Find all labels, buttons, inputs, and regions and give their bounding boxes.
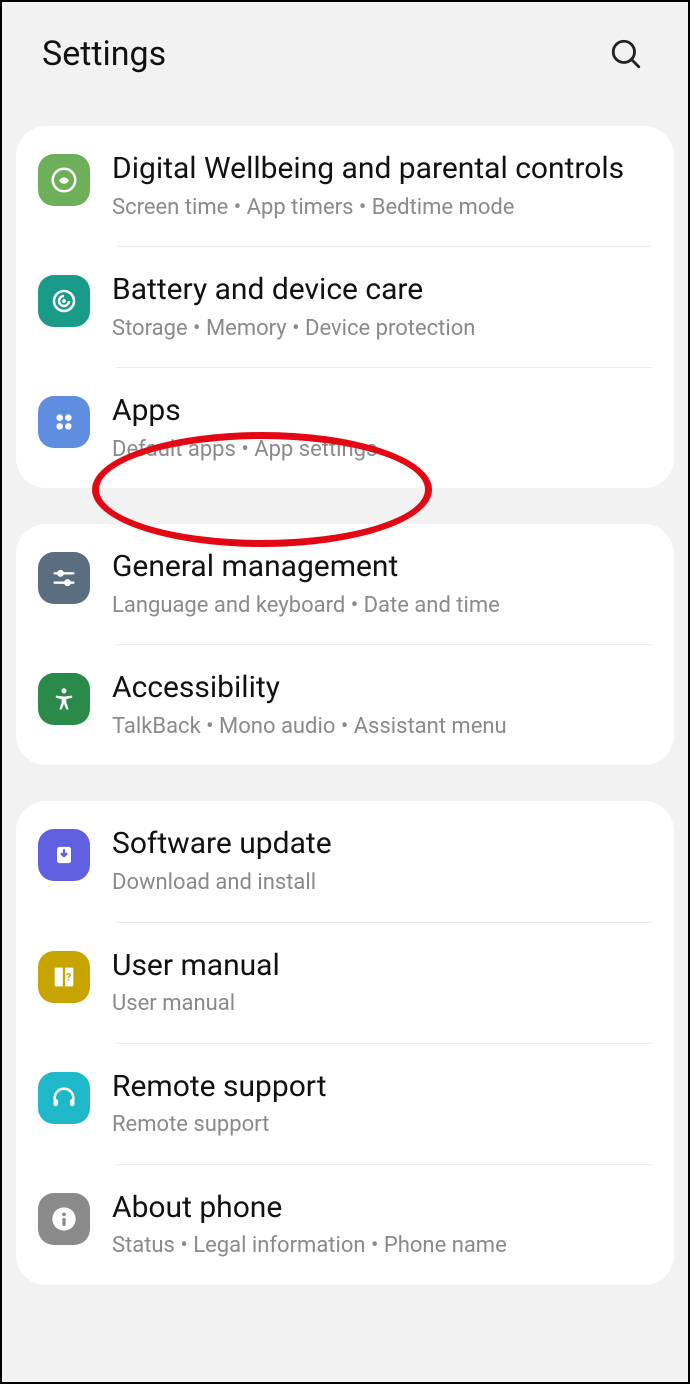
row-subtitle: Default apps • App settings (112, 436, 652, 465)
row-accessibility[interactable]: Accessibility TalkBack • Mono audio • As… (16, 645, 674, 765)
row-general-management[interactable]: General management Language and keyboard… (16, 524, 674, 644)
row-title: Battery and device care (112, 271, 652, 309)
row-subtitle: Screen time • App timers • Bedtime mode (112, 194, 652, 223)
row-text: Battery and device care Storage • Memory… (112, 271, 652, 343)
row-subtitle: Remote support (112, 1111, 652, 1140)
settings-group: General management Language and keyboard… (16, 524, 674, 765)
row-apps[interactable]: Apps Default apps • App settings (16, 368, 674, 488)
row-title: About phone (112, 1189, 652, 1227)
row-text: Remote support Remote support (112, 1068, 652, 1140)
row-remote-support[interactable]: Remote support Remote support (16, 1044, 674, 1164)
sliders-icon (38, 552, 90, 604)
row-title: Remote support (112, 1068, 652, 1106)
row-title: Digital Wellbeing and parental controls (112, 150, 652, 188)
row-text: Accessibility TalkBack • Mono audio • As… (112, 669, 652, 741)
update-icon (38, 829, 90, 881)
row-text: Software update Download and install (112, 825, 652, 897)
row-subtitle: User manual (112, 990, 652, 1019)
settings-group: Software update Download and install ? U… (16, 801, 674, 1284)
search-button[interactable] (604, 32, 648, 76)
row-subtitle: Download and install (112, 869, 652, 898)
row-title: General management (112, 548, 652, 586)
row-text: Digital Wellbeing and parental controls … (112, 150, 652, 222)
row-text: General management Language and keyboard… (112, 548, 652, 620)
accessibility-icon (38, 673, 90, 725)
row-text: User manual User manual (112, 947, 652, 1019)
wellbeing-icon (38, 154, 90, 206)
info-icon (38, 1193, 90, 1245)
row-software-update[interactable]: Software update Download and install (16, 801, 674, 921)
headset-icon (38, 1072, 90, 1124)
settings-group: Digital Wellbeing and parental controls … (16, 126, 674, 488)
row-title: Apps (112, 392, 652, 430)
header: Settings (2, 2, 688, 126)
row-about-phone[interactable]: About phone Status • Legal information •… (16, 1165, 674, 1285)
row-title: User manual (112, 947, 652, 985)
row-battery-device-care[interactable]: Battery and device care Storage • Memory… (16, 247, 674, 367)
row-subtitle: TalkBack • Mono audio • Assistant menu (112, 713, 652, 742)
row-digital-wellbeing[interactable]: Digital Wellbeing and parental controls … (16, 126, 674, 246)
row-user-manual[interactable]: ? User manual User manual (16, 923, 674, 1043)
apps-icon (38, 396, 90, 448)
device-care-icon (38, 275, 90, 327)
row-text: Apps Default apps • App settings (112, 392, 652, 464)
row-subtitle: Storage • Memory • Device protection (112, 315, 652, 344)
row-subtitle: Language and keyboard • Date and time (112, 592, 652, 621)
row-subtitle: Status • Legal information • Phone name (112, 1232, 652, 1261)
search-icon (609, 37, 643, 71)
row-title: Accessibility (112, 669, 652, 707)
row-text: About phone Status • Legal information •… (112, 1189, 652, 1261)
page-title: Settings (42, 34, 166, 74)
svg-text:?: ? (66, 970, 71, 983)
manual-icon: ? (38, 951, 90, 1003)
row-title: Software update (112, 825, 652, 863)
